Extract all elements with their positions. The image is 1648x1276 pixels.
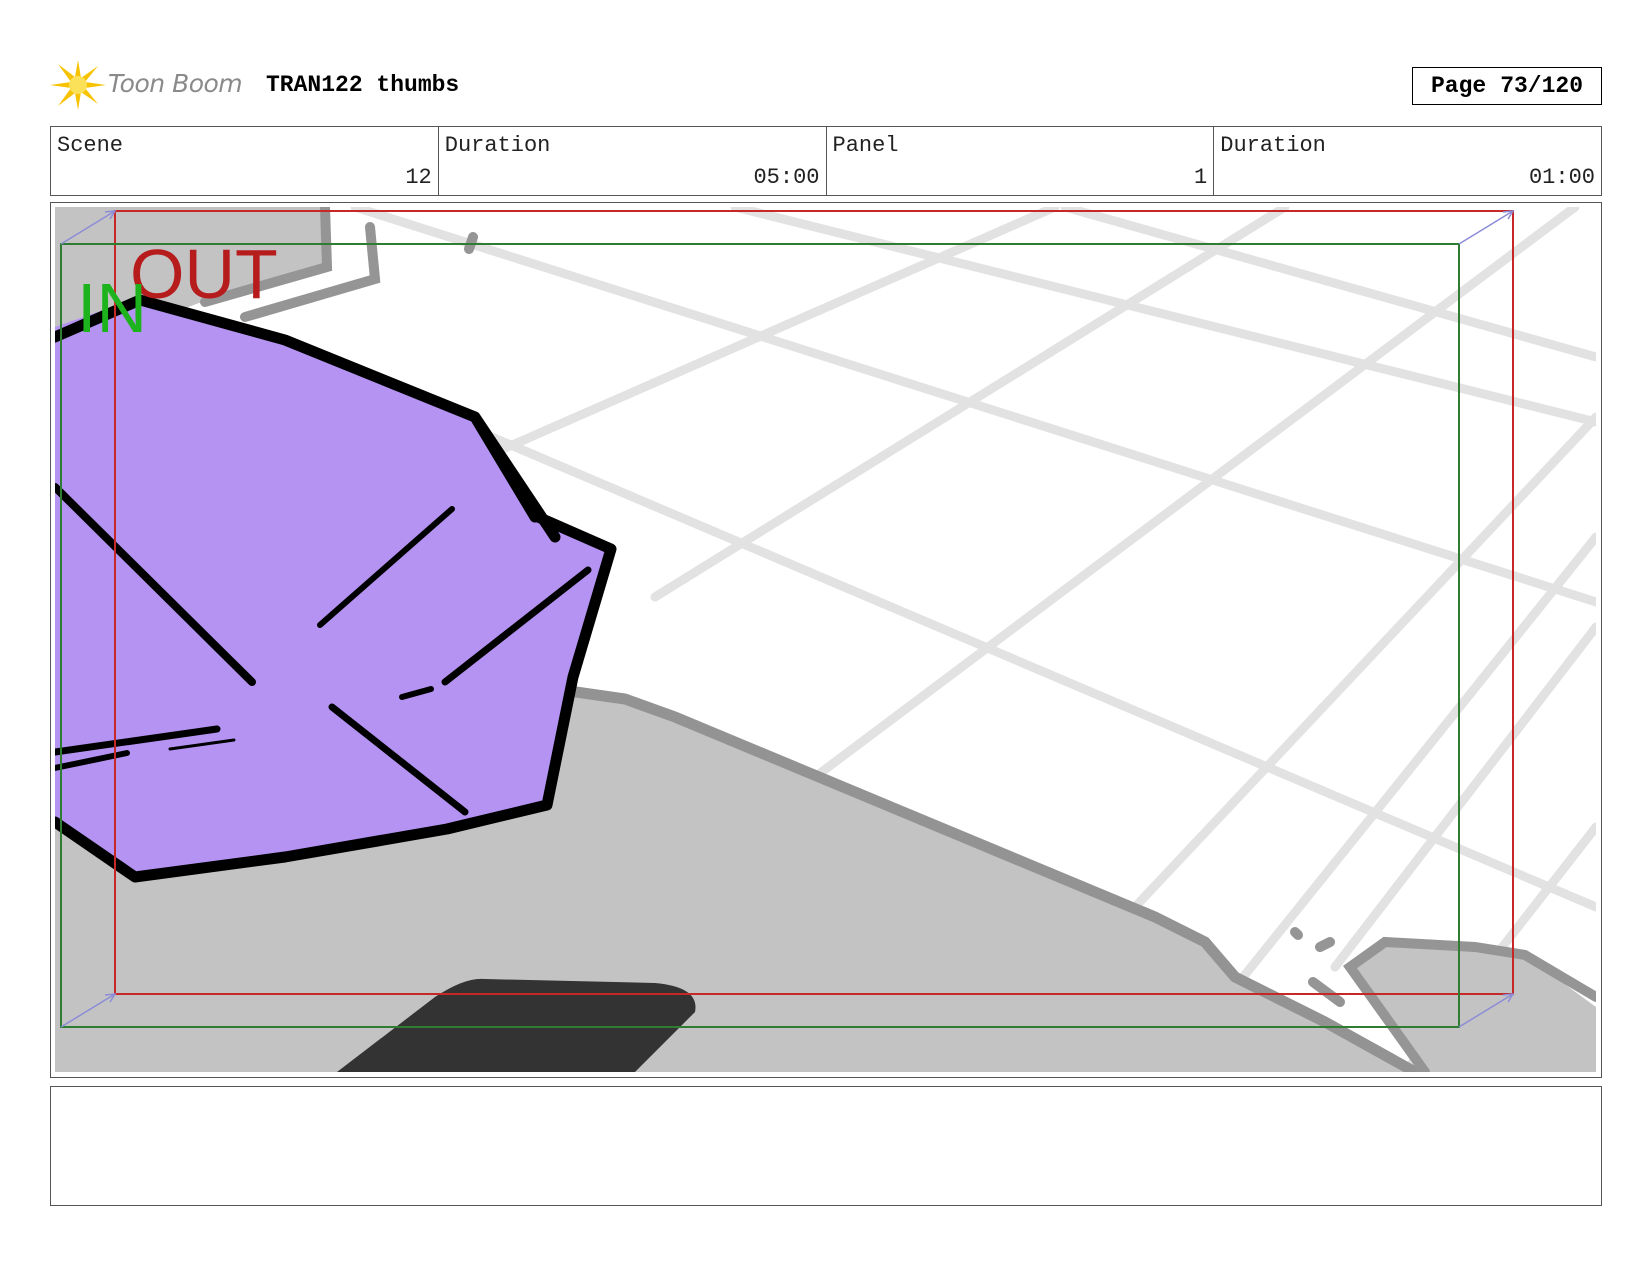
panel-label: Panel xyxy=(832,133,899,158)
page-number: 73/120 xyxy=(1500,73,1584,99)
panel-notes-area xyxy=(50,1086,1602,1206)
in-label: IN xyxy=(77,269,147,347)
logo-text: Toon Boom xyxy=(108,69,243,98)
panel-drawing: OUT IN xyxy=(55,207,1596,1072)
panel-duration-label: Duration xyxy=(1220,133,1326,158)
scene-cell: Scene 12 xyxy=(51,127,439,195)
panel-cell: Panel 1 xyxy=(827,127,1215,195)
scene-duration-value: 05:00 xyxy=(753,165,820,190)
panel-duration-cell: Duration 01:00 xyxy=(1214,127,1601,195)
page-label: Page xyxy=(1430,73,1487,99)
toon-boom-logo: Toon Boom xyxy=(50,58,255,112)
panel-duration-value: 01:00 xyxy=(1528,165,1595,190)
page-header: Toon Boom TRAN122 thumbs Page 73/120 xyxy=(50,58,1602,112)
scene-label: Scene xyxy=(57,133,124,158)
scene-duration-label: Duration xyxy=(444,133,551,158)
panel-info-row: Scene 12 Duration 05:00 Panel 1 Duration… xyxy=(50,126,1602,196)
storyboard-panel: OUT IN xyxy=(50,202,1602,1078)
scene-duration-cell: Duration 05:00 xyxy=(439,127,827,195)
out-label: OUT xyxy=(130,235,278,313)
document-title: TRAN122 thumbs xyxy=(266,72,460,98)
starburst-logo-icon xyxy=(50,60,106,110)
scene-value: 12 xyxy=(405,165,432,190)
panel-value: 1 xyxy=(1194,165,1208,190)
page-indicator: Page 73/120 xyxy=(1412,67,1602,105)
